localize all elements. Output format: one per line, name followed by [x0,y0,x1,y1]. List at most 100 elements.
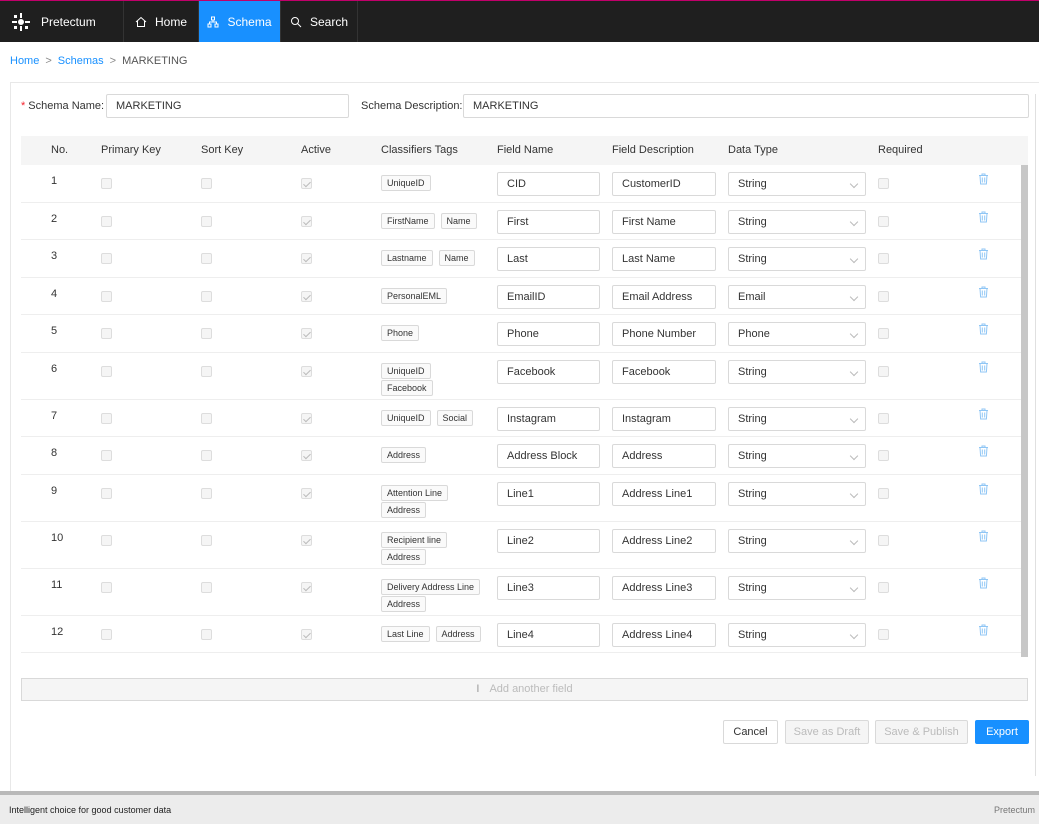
field-description-input[interactable]: Facebook [612,359,716,384]
active-checkbox[interactable] [301,412,312,424]
schema-name-input[interactable]: MARKETING [106,94,349,118]
data-type-select[interactable]: Phone [728,322,866,346]
sort-key-checkbox[interactable] [201,487,212,499]
classifier-tag[interactable]: FirstName [381,212,435,229]
breadcrumb-home[interactable]: Home [10,55,39,67]
data-type-select[interactable]: String [728,481,866,506]
classifier-tag[interactable]: Phone [381,325,420,341]
data-type-select[interactable]: String [728,406,866,431]
trash-icon[interactable] [978,248,989,263]
trash-icon[interactable] [978,624,989,639]
primary-key-checkbox[interactable] [101,365,112,377]
breadcrumb-schemas[interactable]: Schemas [58,55,104,67]
primary-key-checkbox[interactable] [101,534,112,546]
field-description-input[interactable]: Email Address [612,284,716,309]
nav-search[interactable]: Search [281,1,358,42]
classifier-tag[interactable]: PersonalEML [381,287,448,304]
field-description-input[interactable]: Phone Number [612,322,716,346]
field-name-input[interactable]: First [497,209,600,234]
active-checkbox[interactable] [301,328,312,339]
classifier-tag[interactable]: Facebook [381,379,433,396]
sort-key-checkbox[interactable] [201,534,212,546]
required-checkbox[interactable] [878,487,889,499]
data-type-select[interactable]: Email [728,284,866,309]
required-checkbox[interactable] [878,628,889,640]
sort-key-checkbox[interactable] [201,178,212,189]
trash-icon[interactable] [978,445,989,460]
active-checkbox[interactable] [301,290,312,302]
active-checkbox[interactable] [301,581,312,593]
required-checkbox[interactable] [878,215,889,227]
trash-icon[interactable] [978,577,989,592]
field-name-input[interactable]: Phone [497,322,600,346]
trash-icon[interactable] [978,286,989,301]
active-checkbox[interactable] [301,365,312,377]
field-name-input[interactable]: Last [497,247,600,271]
save-publish-button[interactable]: Save & Publish [875,720,968,744]
primary-key-checkbox[interactable] [101,215,112,227]
sort-key-checkbox[interactable] [201,328,212,339]
active-checkbox[interactable] [301,215,312,227]
sort-key-checkbox[interactable] [201,412,212,424]
primary-key-checkbox[interactable] [101,290,112,302]
field-description-input[interactable]: Address Line2 [612,528,716,553]
required-checkbox[interactable] [878,290,889,302]
trash-icon[interactable] [978,323,989,338]
nav-home[interactable]: Home [124,1,199,42]
field-name-input[interactable]: Address Block [497,444,600,468]
sort-key-checkbox[interactable] [201,215,212,227]
data-type-select[interactable]: String [728,209,866,234]
field-name-input[interactable]: Line2 [497,528,600,553]
active-checkbox[interactable] [301,253,312,264]
active-checkbox[interactable] [301,178,312,189]
field-description-input[interactable]: Address Line3 [612,575,716,600]
cancel-button[interactable]: Cancel [723,720,778,744]
sort-key-checkbox[interactable] [201,581,212,593]
field-description-input[interactable]: First Name [612,209,716,234]
primary-key-checkbox[interactable] [101,328,112,339]
required-checkbox[interactable] [878,534,889,546]
sort-key-checkbox[interactable] [201,365,212,377]
field-name-input[interactable]: Line4 [497,622,600,647]
classifier-tag[interactable]: Address [381,548,427,565]
classifier-tag[interactable]: Lastname [381,250,433,266]
nav-schema[interactable]: Schema [199,1,281,42]
classifier-tag[interactable]: Address [435,625,481,642]
active-checkbox[interactable] [301,534,312,546]
classifier-tag[interactable]: Address [381,501,427,518]
field-description-input[interactable]: Address Line4 [612,622,716,647]
field-description-input[interactable]: Last Name [612,247,716,271]
field-description-input[interactable]: Address Line1 [612,481,716,506]
classifier-tag[interactable]: Delivery Address Line [381,578,481,595]
primary-key-checkbox[interactable] [101,178,112,189]
primary-key-checkbox[interactable] [101,487,112,499]
export-button[interactable]: Export [975,720,1029,744]
data-type-select[interactable]: String [728,444,866,468]
active-checkbox[interactable] [301,628,312,640]
sort-key-checkbox[interactable] [201,450,212,461]
data-type-select[interactable]: String [728,172,866,196]
brand[interactable]: Pretectum [0,1,124,42]
required-checkbox[interactable] [878,450,889,461]
data-type-select[interactable]: String [728,359,866,384]
primary-key-checkbox[interactable] [101,450,112,461]
table-scrollbar[interactable] [1021,165,1028,657]
active-checkbox[interactable] [301,450,312,461]
field-description-input[interactable]: CustomerID [612,172,716,196]
trash-icon[interactable] [978,530,989,545]
primary-key-checkbox[interactable] [101,628,112,640]
data-type-select[interactable]: String [728,528,866,553]
trash-icon[interactable] [978,211,989,226]
classifier-tag[interactable]: UniqueID [381,409,431,426]
field-name-input[interactable]: Line3 [497,575,600,600]
field-name-input[interactable]: EmailID [497,284,600,309]
field-name-input[interactable]: Line1 [497,481,600,506]
classifier-tag[interactable]: Address [381,595,427,612]
classifier-tag[interactable]: Social [436,409,474,426]
trash-icon[interactable] [978,173,989,188]
field-description-input[interactable]: Address [612,444,716,468]
primary-key-checkbox[interactable] [101,412,112,424]
primary-key-checkbox[interactable] [101,253,112,264]
trash-icon[interactable] [978,483,989,498]
classifier-tag[interactable]: Last Line [381,625,430,642]
